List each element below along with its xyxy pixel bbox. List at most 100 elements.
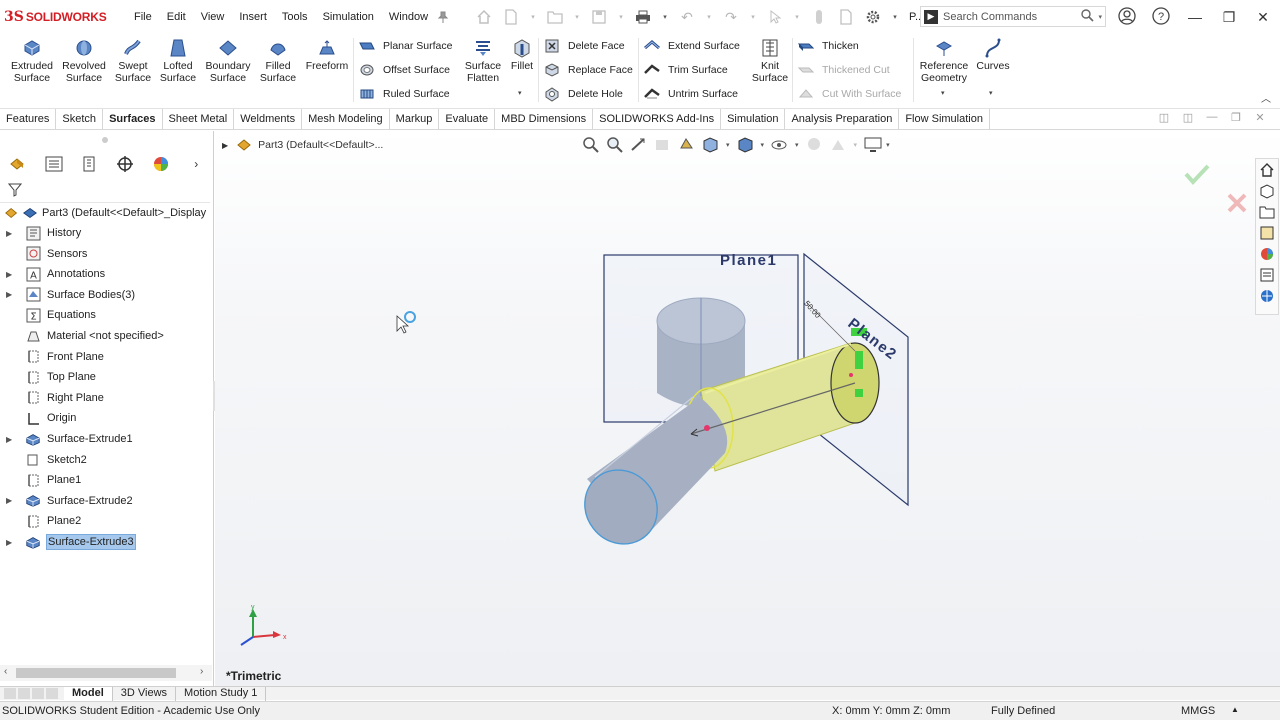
dynamic-annotation-icon[interactable] — [678, 136, 695, 153]
tab-weldments[interactable]: Weldments — [234, 109, 303, 129]
curves-button[interactable]: Curves — [974, 38, 1012, 72]
tab-evaluate[interactable]: Evaluate — [439, 109, 496, 129]
new-document-icon[interactable] — [503, 9, 519, 25]
view-settings-icon[interactable] — [864, 137, 882, 153]
undo-icon[interactable]: ↶ — [679, 9, 695, 25]
panel-horizontal-scrollbar[interactable]: ‹ › — [0, 665, 212, 681]
thickened-cut-button[interactable]: Thickened Cut — [798, 61, 890, 79]
view-palette-icon[interactable] — [1256, 222, 1278, 243]
tab-analysis-preparation[interactable]: Analysis Preparation — [785, 109, 900, 129]
dropdown-icon[interactable]: ▾ — [530, 9, 536, 25]
freeform-button[interactable]: Freeform — [304, 38, 350, 72]
tab-navigation-arrows[interactable] — [4, 687, 64, 701]
tab-mbd-dimensions[interactable]: MBD Dimensions — [495, 109, 594, 129]
extend-surface-button[interactable]: Extend Surface — [644, 37, 740, 55]
swept-surface-button[interactable]: Swept Surface — [112, 38, 154, 84]
apply-scene-icon[interactable] — [830, 136, 847, 153]
panel-grip[interactable] — [102, 137, 108, 143]
close-icon[interactable]: ✕ — [1246, 9, 1280, 26]
dropdown-icon[interactable]: ▾ — [574, 9, 580, 25]
tree-item[interactable]: ▶ A Annotations — [0, 264, 214, 284]
scroll-left-icon[interactable]: ‹ — [4, 666, 7, 677]
feature-filter[interactable] — [0, 179, 210, 203]
collapse-ribbon-icon[interactable]: ︿ — [1261, 90, 1271, 105]
pin-icon[interactable] — [435, 9, 451, 25]
solidworks-resources-icon[interactable] — [1256, 159, 1278, 180]
confirmation-corner[interactable] — [1184, 164, 1247, 213]
lofted-surface-button[interactable]: Lofted Surface — [157, 38, 199, 84]
menu-insert[interactable]: Insert — [239, 11, 267, 23]
custom-properties-icon[interactable] — [1256, 264, 1278, 285]
delete-face-button[interactable]: Delete Face — [544, 37, 625, 55]
search-commands-box[interactable]: ▶ Search Commands ▾ — [920, 6, 1106, 27]
view-orientation-icon[interactable] — [702, 136, 719, 153]
display-style-icon[interactable] — [737, 136, 754, 153]
tab-mesh-modeling[interactable]: Mesh Modeling — [302, 109, 390, 129]
solidworks-forum-icon[interactable] — [1256, 285, 1278, 306]
tab-sheet-metal[interactable]: Sheet Metal — [163, 109, 235, 129]
replace-face-button[interactable]: Replace Face — [544, 61, 633, 79]
tab-solidworks-add-ins[interactable]: SOLIDWORKS Add-Ins — [593, 109, 722, 129]
file-properties-icon[interactable] — [838, 9, 854, 25]
select-arrow-icon[interactable] — [767, 9, 783, 25]
search-dropdown-icon[interactable]: ▾ — [1098, 13, 1102, 21]
redo-icon[interactable]: ↷ — [723, 9, 739, 25]
menu-view[interactable]: View — [201, 11, 225, 23]
surface-flatten-button[interactable]: Surface Flatten — [462, 38, 504, 84]
search-icon[interactable] — [1081, 8, 1095, 25]
trim-surface-button[interactable]: Trim Surface — [644, 61, 728, 79]
dropdown-icon[interactable]: ▾ — [761, 141, 765, 149]
tab-sketch[interactable]: Sketch — [56, 109, 104, 129]
options-gear-icon[interactable] — [865, 9, 881, 25]
dropdown-icon[interactable]: ▾ — [795, 141, 799, 149]
dropdown-icon[interactable]: ▾ — [706, 9, 712, 25]
open-folder-icon[interactable] — [547, 9, 563, 25]
filled-surface-button[interactable]: Filled Surface — [256, 38, 300, 84]
delete-hole-button[interactable]: Delete Hole — [544, 85, 623, 103]
expand-arrow-icon[interactable]: ▶ — [6, 496, 16, 505]
tree-item[interactable]: ▶ Surface-Extrude3 — [0, 532, 214, 552]
hide-show-items-icon[interactable] — [771, 136, 788, 153]
help-icon[interactable]: ? — [1144, 6, 1178, 28]
knit-surface-button[interactable]: Knit Surface — [750, 38, 790, 84]
planar-surface-button[interactable]: Planar Surface — [359, 37, 452, 55]
tab-simulation[interactable]: Simulation — [721, 109, 786, 129]
display-manager-tab[interactable] — [143, 151, 179, 177]
doc-restore-icon[interactable]: ❐ — [1224, 111, 1248, 124]
tree-item[interactable]: Right Plane — [0, 388, 214, 408]
file-explorer-icon[interactable] — [1256, 201, 1278, 222]
restore-icon[interactable]: ❐ — [1212, 9, 1246, 26]
tab-surfaces[interactable]: Surfaces — [103, 109, 163, 129]
model-viewport[interactable]: x y — [215, 131, 1280, 686]
tree-item[interactable]: Plane1 — [0, 470, 214, 490]
configuration-manager-tab[interactable] — [71, 151, 107, 177]
tree-item[interactable]: ▶ Surface-Extrude2 — [0, 491, 214, 511]
menu-simulation[interactable]: Simulation — [323, 11, 374, 23]
boundary-surface-button[interactable]: Boundary Surface — [202, 38, 254, 84]
cut-with-surface-button[interactable]: Cut With Surface — [798, 85, 901, 103]
previous-view-icon[interactable] — [630, 136, 647, 153]
doc-close-icon[interactable]: ✕ — [1248, 111, 1272, 124]
menu-tools[interactable]: Tools — [282, 11, 308, 23]
graphics-area[interactable]: x y Plane1 Plane2 50.00 *Trimetric — [215, 131, 1280, 686]
print-icon[interactable] — [635, 9, 651, 25]
untrim-surface-button[interactable]: Untrim Surface — [644, 85, 738, 103]
appearances-icon[interactable] — [1256, 243, 1278, 264]
tree-item[interactable]: Sketch2 — [0, 450, 214, 470]
tree-item[interactable]: Front Plane — [0, 347, 214, 367]
tree-item[interactable]: ▶ Surface Bodies(3) — [0, 285, 214, 305]
offset-surface-button[interactable]: Offset Surface — [359, 61, 450, 79]
dropdown-icon[interactable]: ▾ — [662, 9, 668, 25]
doc-minimize-icon[interactable]: — — [1200, 111, 1224, 124]
tree-item[interactable]: ▶ Surface-Extrude1 — [0, 429, 214, 449]
expand-arrow-icon[interactable]: ▶ — [6, 538, 16, 547]
section-view-icon[interactable] — [654, 136, 671, 153]
app-logo[interactable]: 3S SOLIDWORKS — [4, 9, 116, 25]
tab-model[interactable]: Model — [64, 686, 113, 701]
tile-left-icon[interactable]: ◫ — [1152, 111, 1176, 124]
tree-item[interactable]: ▶ History — [0, 223, 214, 243]
dropdown-icon[interactable]: ▾ — [750, 9, 756, 25]
menu-window[interactable]: Window — [389, 11, 428, 23]
edit-appearance-icon[interactable] — [806, 136, 823, 153]
dropdown-icon[interactable]: ▾ — [854, 141, 858, 149]
